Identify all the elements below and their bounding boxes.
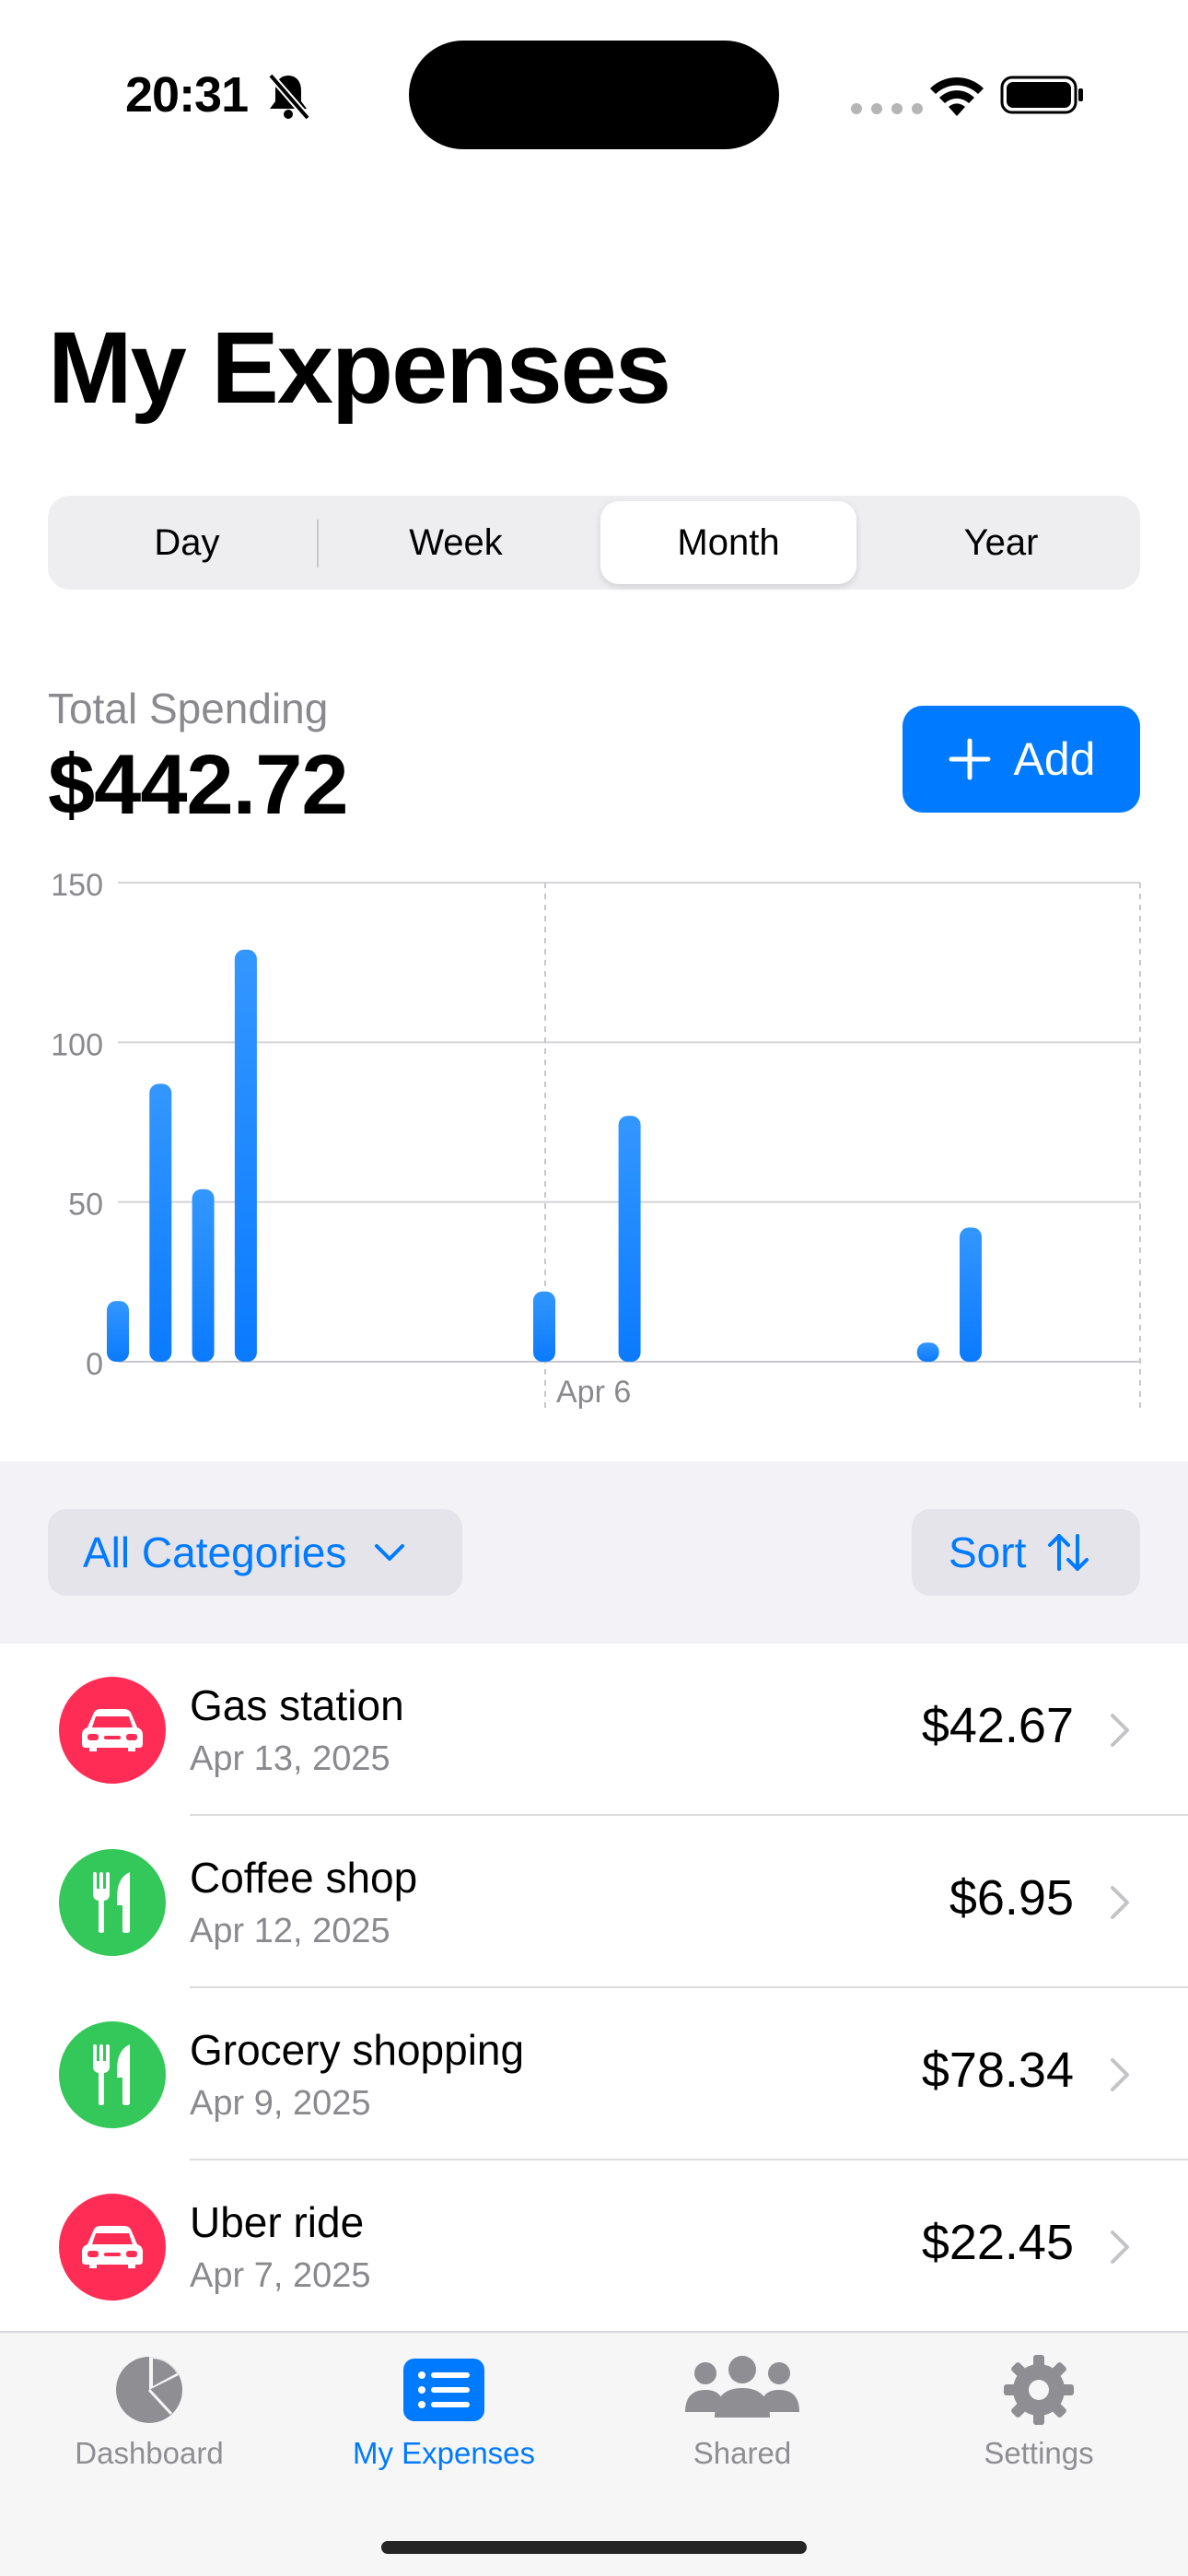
page-title: My Expenses	[48, 311, 671, 425]
category-badge	[59, 1849, 166, 1956]
chart-bar	[533, 1291, 555, 1362]
sort-button[interactable]: Sort	[912, 1509, 1140, 1596]
add-button-label: Add	[1013, 733, 1096, 785]
expense-date: Apr 13, 2025	[190, 1739, 390, 1778]
chart-bar	[192, 1188, 215, 1362]
expense-date: Apr 12, 2025	[190, 1912, 390, 1950]
tab-label: My Expenses	[352, 2436, 536, 2470]
y-tick-label: 0	[86, 1347, 103, 1382]
status-time: 20:31	[125, 67, 249, 123]
chevron-down-icon	[375, 1544, 405, 1561]
expense-row[interactable]: Coffee shop Apr 12, 2025 $6.95	[0, 1816, 1188, 1988]
home-indicator	[381, 2541, 807, 2554]
wifi-icon	[930, 76, 984, 116]
chart-bar	[960, 1227, 982, 1362]
bell-slash-icon	[267, 73, 311, 121]
period-segmented-control: Day Week Month Year	[48, 496, 1140, 590]
chevron-right-icon	[1111, 2058, 1129, 2091]
filter-bar: All Categories Sort	[0, 1461, 1188, 1644]
gear-icon	[1004, 2355, 1074, 2425]
categories-label: All Categories	[83, 1528, 347, 1576]
sort-label: Sort	[949, 1528, 1027, 1576]
chevron-right-icon	[1111, 1714, 1129, 1747]
segment-divider	[317, 520, 319, 568]
expense-title: Coffee shop	[190, 1854, 418, 1902]
expense-title: Grocery shopping	[190, 2026, 525, 2074]
total-spending-value: $442.72	[48, 738, 349, 832]
status-bar: 20:31	[0, 0, 1188, 193]
list-icon	[403, 2359, 484, 2421]
expense-date: Apr 9, 2025	[190, 2084, 371, 2123]
category-badge	[59, 2194, 166, 2301]
tab-label: Dashboard	[75, 2436, 224, 2470]
expense-title: Uber ride	[190, 2198, 365, 2246]
fork-knife-icon	[93, 1872, 130, 1933]
category-badge	[59, 2021, 166, 2128]
pie-chart-icon	[116, 2357, 182, 2423]
chart-bar	[107, 1301, 129, 1362]
chart-bar	[916, 1342, 939, 1362]
tab-my-expenses[interactable]: My Expenses	[306, 2353, 582, 2471]
expense-list: Gas station Apr 13, 2025 $42.67 Coffee s…	[0, 1644, 1188, 2333]
car-icon	[82, 2226, 143, 2268]
chevron-right-icon	[1111, 1886, 1129, 1919]
x-tick-label: Apr 6	[556, 1375, 631, 1410]
chart-bar	[618, 1116, 641, 1362]
categories-dropdown[interactable]: All Categories	[48, 1509, 462, 1596]
chevron-right-icon	[1111, 2231, 1129, 2264]
y-tick-label: 150	[51, 868, 103, 903]
expense-row[interactable]: Gas station Apr 13, 2025 $42.67	[0, 1644, 1188, 1816]
y-tick-label: 100	[51, 1027, 103, 1062]
chart-bar	[149, 1083, 172, 1362]
fork-knife-icon	[93, 2044, 130, 2105]
tab-label: Settings	[984, 2436, 1094, 2470]
dynamic-island	[409, 41, 779, 149]
people-icon	[685, 2356, 799, 2418]
expense-row[interactable]: Uber ride Apr 7, 2025 $22.45	[0, 2160, 1188, 2333]
expense-amount: $22.45	[921, 2215, 1074, 2270]
tab-label: Shared	[693, 2436, 792, 2470]
segment-day[interactable]: Day	[53, 501, 320, 584]
segment-week[interactable]: Week	[322, 501, 589, 584]
segment-month[interactable]: Month	[600, 501, 856, 584]
expense-amount: $78.34	[921, 2043, 1074, 2098]
spending-bar-chart: 0 50 100 150 Apr 6	[51, 868, 1141, 1410]
battery-icon	[1000, 76, 1083, 114]
segment-year[interactable]: Year	[868, 501, 1135, 584]
expense-amount: $42.67	[921, 1698, 1074, 1753]
tab-shared[interactable]: Shared	[604, 2353, 880, 2471]
y-tick-label: 50	[68, 1188, 103, 1223]
expense-title: Gas station	[190, 1681, 404, 1729]
chart-bar	[234, 949, 257, 1362]
sort-arrows-icon	[1048, 1534, 1089, 1571]
tab-dashboard[interactable]: Dashboard	[11, 2353, 287, 2471]
tab-bar: Dashboard My Expenses Shared Settings	[0, 2331, 1188, 2576]
expense-date: Apr 7, 2025	[190, 2256, 371, 2295]
category-badge	[59, 1677, 166, 1784]
signal-icon	[851, 103, 923, 114]
car-icon	[82, 1709, 143, 1751]
expense-row[interactable]: Grocery shopping Apr 9, 2025 $78.34	[0, 1988, 1188, 2160]
add-expense-button[interactable]: Add	[903, 706, 1140, 813]
plus-icon	[949, 738, 991, 780]
total-spending-label: Total Spending	[48, 685, 329, 732]
tab-settings[interactable]: Settings	[901, 2353, 1177, 2471]
expense-amount: $6.95	[949, 1870, 1074, 1926]
